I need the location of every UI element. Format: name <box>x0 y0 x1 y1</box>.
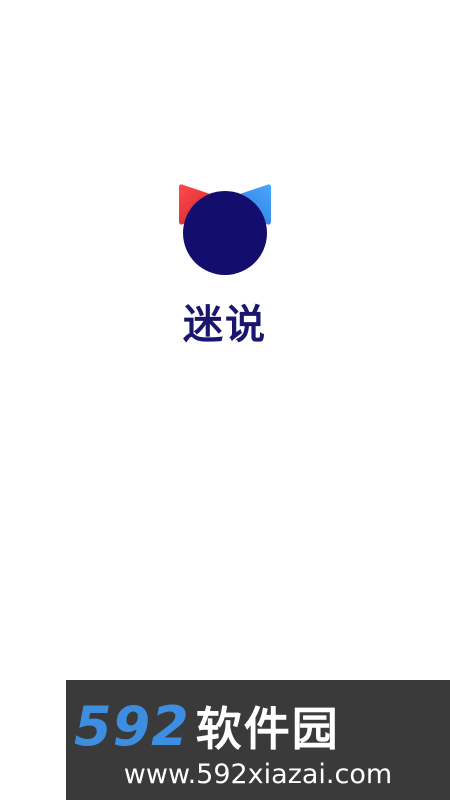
watermark-banner: 592 软件园 www.592xiazai.com <box>66 680 450 800</box>
watermark-brand: 592 软件园 <box>74 695 340 758</box>
app-name: 迷说 <box>183 302 267 348</box>
watermark-url: www.592xiazai.com <box>123 759 393 790</box>
watermark-brand-name: 软件园 <box>195 702 340 756</box>
cat-head-logo-icon <box>177 183 273 275</box>
watermark-brand-digits: 592 <box>74 695 190 758</box>
splash-screen: 迷说 592 软件园 www.592xiazai.com <box>0 0 450 800</box>
